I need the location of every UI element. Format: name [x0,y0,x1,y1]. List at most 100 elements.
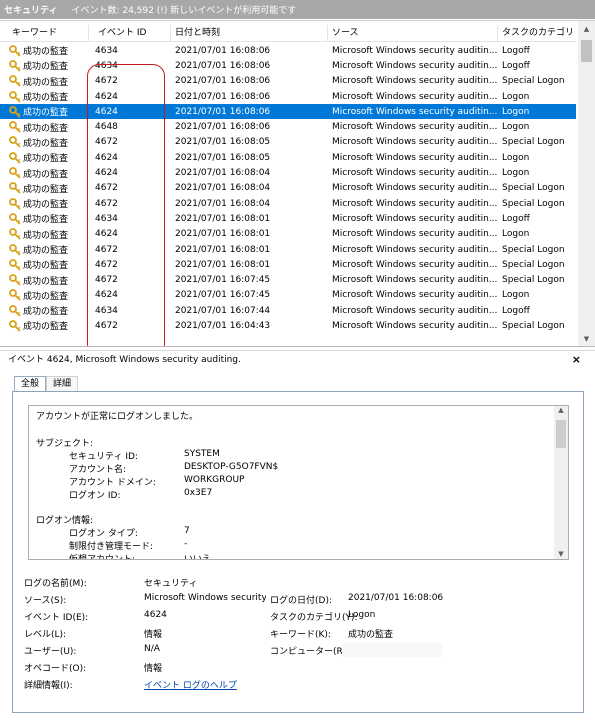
task-category-cell: Logon [502,122,530,133]
subject-field-label: セキュリティ ID: [69,452,138,462]
subject-field-value: SYSTEM [184,449,220,459]
keyword-cell: 成功の監査 [0,44,89,57]
task-category-cell: Logon [502,91,530,102]
datetime-cell: 2021/07/01 16:08:06 [175,76,271,87]
logon-info-heading: ログオン情報: [36,516,94,526]
subject-heading: サブジェクト: [36,439,94,449]
scrollbar-thumb[interactable] [581,40,592,62]
datetime-cell: 2021/07/01 16:08:06 [175,45,271,56]
keyword-cell: 成功の監査 [0,243,89,256]
datetime-cell: 2021/07/01 16:08:05 [175,152,271,163]
datetime-cell: 2021/07/01 16:08:06 [175,106,271,117]
source-cell: Microsoft Windows security auditin... [332,229,498,240]
task-category-cell: Logon [502,290,530,301]
source-cell: Microsoft Windows security auditin... [332,137,498,148]
task-category-cell: Logoff [502,60,530,71]
key-icon [9,60,21,72]
event-message-textbox[interactable]: アカウントが正常にログオンしました。 サブジェクト: セキュリティ ID: SY… [28,405,569,560]
task-category-cell: Logon [502,106,530,117]
key-icon [9,258,21,271]
task-category-cell: Special Logon [502,259,565,270]
log-name-label: セキュリティ [4,6,58,16]
keyword-cell: 成功の監査 [0,304,89,317]
key-icon [9,44,21,57]
task-category-value: Logon [348,610,376,620]
task-category-cell: Logon [502,152,530,163]
event-detail-title: イベント 4624, Microsoft Windows security au… [8,355,241,365]
keyword-cell: 成功の監査 [0,289,89,302]
keyword-cell: 成功の監査 [0,167,89,180]
task-category-cell: Logoff [502,213,530,224]
source-cell: Microsoft Windows security auditin... [332,168,498,179]
message-scrollbar[interactable]: ▲ ▼ [554,406,568,559]
task-category-cell: Special Logon [502,183,565,194]
task-category-cell: Special Logon [502,137,565,148]
keyword-cell: 成功の監査 [0,136,89,149]
keyword-cell: 成功の監査 [0,59,89,72]
datetime-cell: 2021/07/01 16:08:04 [175,198,271,209]
logged-date-label: ログの日付(D): [270,596,332,606]
key-icon [9,243,21,256]
scroll-up-icon[interactable]: ▲ [578,21,595,38]
key-icon [9,289,21,302]
source-cell: Microsoft Windows security auditin... [332,152,498,163]
keyword-text: 成功の監査 [23,77,69,88]
column-header-task-category[interactable]: タスクのカテゴリ [498,25,576,42]
tab-general[interactable]: 全般 [14,376,47,392]
log-titlebar: セキュリティ イベント数: 24,592 (!) 新しいイベントが利用可能です [0,0,595,19]
task-category-cell: Special Logon [502,198,565,209]
source-cell: Microsoft Windows security auditin... [332,106,498,117]
source-cell: Microsoft Windows security auditin... [332,275,498,286]
general-tab-panel: アカウントが正常にログオンしました。 サブジェクト: セキュリティ ID: SY… [12,391,584,713]
datetime-cell: 2021/07/01 16:08:06 [175,122,271,133]
close-icon[interactable]: × [572,353,581,366]
key-icon [9,90,21,103]
source-cell: Microsoft Windows security auditin... [332,91,498,102]
subject-field-label: アカウント ドメイン: [69,478,156,488]
event-detail-header: イベント 4624, Microsoft Windows security au… [0,350,595,366]
event-log-help-link[interactable]: イベント ログのヘルプ [144,678,237,691]
source-cell: Microsoft Windows security auditin... [332,320,498,331]
source-cell: Microsoft Windows security auditin... [332,259,498,270]
datetime-cell: 2021/07/01 16:08:06 [175,91,271,102]
scroll-down-icon[interactable]: ▼ [554,550,568,558]
event-id-cell: 4634 [95,45,118,56]
keyword-cell: 成功の監査 [0,197,89,210]
column-header-source[interactable]: ソース [328,25,498,42]
keyword-cell: 成功の監査 [0,151,89,164]
keyword-cell: 成功の監査 [0,121,89,134]
level-label: レベル(L): [24,630,67,640]
scroll-up-icon[interactable]: ▲ [554,406,568,414]
column-header-event-id[interactable]: イベント ID [89,25,171,42]
keyword-cell: 成功の監査 [0,274,89,287]
key-icon [9,274,21,286]
keyword-text: 成功の監査 [23,47,69,58]
keyword-cell: 成功の監査 [0,319,89,332]
event-count-label: イベント数: 24,592 (!) 新しいイベントが利用可能です [71,6,297,16]
event-list-scrollbar[interactable]: ▲ ▼ [578,21,595,346]
event-id-annotation-box [87,64,165,346]
table-row[interactable]: 成功の監査 4634 2021/07/01 16:08:06 Microsoft Wi… [0,58,576,73]
keyword-cell: 成功の監査 [0,182,89,195]
source-cell: Microsoft Windows security auditin... [332,244,498,255]
keyword-text: 成功の監査 [23,307,69,318]
key-icon [9,75,21,87]
column-header-keyword[interactable]: キーワード [0,25,89,42]
subject-field-value: WORKGROUP [184,475,245,485]
keyword-text: 成功の監査 [23,138,69,149]
task-category-cell: Logoff [502,305,530,316]
key-icon [9,136,21,149]
scrollbar-thumb[interactable] [556,420,566,448]
scroll-down-icon[interactable]: ▼ [578,331,595,346]
tab-details[interactable]: 詳細 [46,376,79,392]
keyword-cell: 成功の監査 [0,75,89,88]
keyword-text: 成功の監査 [23,108,69,119]
source-cell: Microsoft Windows security auditin... [332,305,498,316]
task-category-label: タスクのカテゴリ(Y): [270,613,358,623]
column-header-datetime[interactable]: 日付と時刻 [171,25,328,42]
table-row[interactable]: 成功の監査 4634 2021/07/01 16:08:06 Microsoft Wi… [0,43,576,58]
user-label: ユーザー(U): [24,647,77,657]
subject-field-label: ログオン ID: [69,491,121,501]
source-cell: Microsoft Windows security auditin... [332,198,498,209]
keywords-label: キーワード(K): [270,630,331,640]
